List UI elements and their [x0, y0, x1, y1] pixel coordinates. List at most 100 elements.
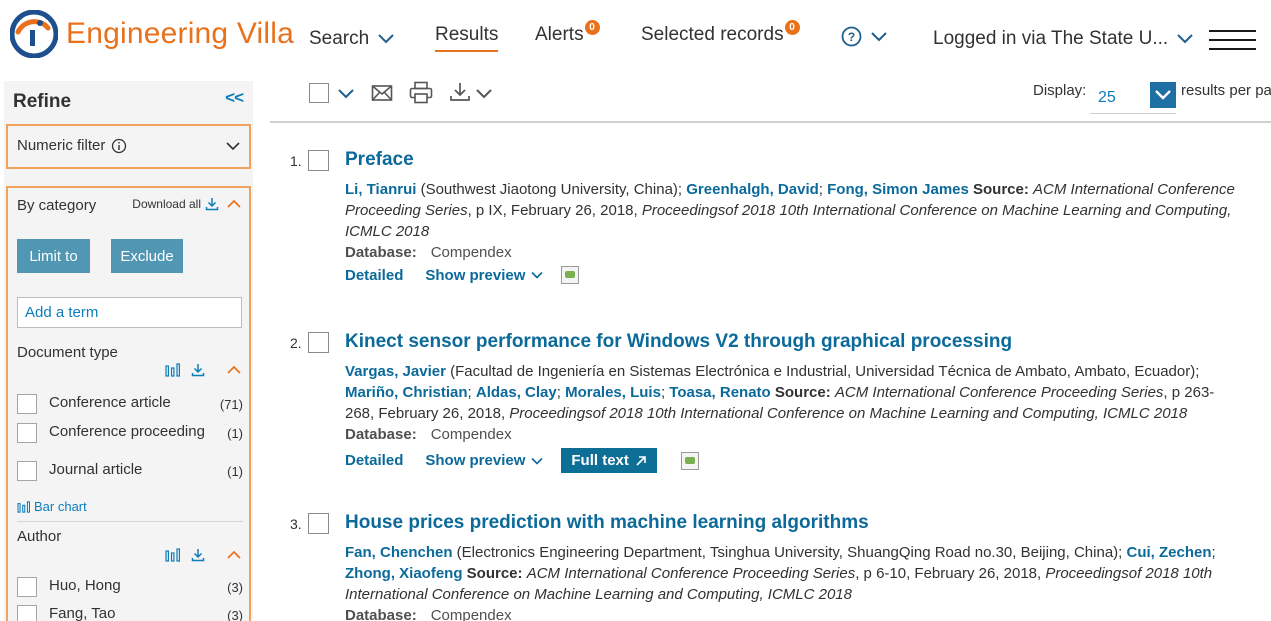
facet-author-fang-tao[interactable]: Fang, Tao (3) — [17, 605, 243, 621]
facet-checkbox[interactable] — [17, 394, 37, 414]
show-preview-label: Show preview — [425, 266, 526, 284]
bar-chart-icon[interactable] — [165, 363, 181, 377]
document-type-title: Document type — [17, 344, 118, 361]
results-per-page-label: results per pa — [1181, 82, 1271, 99]
info-icon[interactable] — [111, 138, 127, 154]
author-link[interactable]: Zhong, Xiaofeng — [345, 565, 463, 582]
database-label: Database: — [345, 244, 417, 261]
results-per-page-select[interactable]: 25 — [1090, 82, 1176, 114]
nav-alerts[interactable]: Alerts 0 — [535, 19, 600, 46]
facet-count: (1) — [227, 464, 243, 479]
engineering-village-logo[interactable]: Engineering Villa — [10, 10, 294, 58]
download-all-link[interactable]: Download all — [132, 197, 241, 211]
download-icon[interactable] — [191, 363, 205, 377]
author-link[interactable]: Mariño, Christian — [345, 384, 468, 401]
numeric-filter-label: Numeric filter — [17, 137, 127, 154]
database-line: Database: Compendex — [345, 242, 1235, 263]
facet-label: Fang, Tao — [49, 605, 116, 621]
result-title[interactable]: Preface — [345, 149, 414, 171]
nav-search[interactable]: Search — [309, 28, 395, 50]
show-preview-link[interactable]: Show preview — [425, 452, 543, 469]
nav-results[interactable]: Results — [435, 24, 499, 52]
chevron-up-icon[interactable] — [227, 199, 241, 209]
chevron-down-icon — [531, 271, 543, 279]
database-value: Compendex — [430, 607, 512, 621]
author-link[interactable]: Vargas, Javier — [345, 363, 446, 380]
chevron-up-icon[interactable] — [227, 365, 241, 375]
download-icon[interactable] — [449, 82, 471, 102]
chevron-down-icon — [871, 31, 887, 41]
facet-checkbox[interactable] — [17, 423, 37, 443]
exclude-button[interactable]: Exclude — [111, 239, 183, 273]
print-icon[interactable] — [409, 81, 433, 104]
result-checkbox[interactable] — [308, 332, 329, 353]
author-link[interactable]: Cui, Zechen — [1127, 544, 1212, 561]
collapse-sidebar-link[interactable]: << — [225, 88, 244, 108]
author-link[interactable]: Aldas, Clay — [476, 384, 557, 401]
result-title[interactable]: Kinect sensor performance for Windows V2… — [345, 331, 1012, 353]
nav-selected-records[interactable]: Selected records 0 — [641, 19, 800, 46]
selected-count-badge: 0 — [784, 19, 800, 35]
author-link[interactable]: Fong, Simon James — [827, 181, 969, 198]
author-link[interactable]: Greenhalgh, David — [686, 181, 819, 198]
broken-image-icon[interactable] — [680, 451, 699, 470]
facet-checkbox[interactable] — [17, 577, 37, 597]
top-header: Engineering Villa Search Results Alerts … — [0, 0, 1271, 72]
facet-label: Conference proceeding — [49, 423, 205, 440]
detailed-link[interactable]: Detailed — [345, 267, 403, 284]
chevron-up-icon[interactable] — [227, 550, 241, 560]
chevron-down-icon[interactable] — [337, 88, 355, 100]
author-link[interactable]: Fan, Chenchen — [345, 544, 453, 561]
facet-journal-article[interactable]: Journal article (1) — [17, 461, 243, 481]
chevron-down-icon[interactable] — [475, 88, 493, 100]
facet-author-huo-hong[interactable]: Huo, Hong (3) — [17, 577, 243, 597]
source-label: Source: — [973, 181, 1029, 198]
nav-account[interactable]: Logged in via The State U... — [933, 28, 1194, 50]
source-details: , p IX, February 26, 2018, — [467, 202, 642, 219]
chevron-down-icon — [378, 34, 394, 44]
bar-chart-icon[interactable] — [165, 548, 181, 562]
author-tools — [165, 548, 241, 562]
detailed-link[interactable]: Detailed — [345, 452, 403, 469]
chevron-down-icon[interactable] — [226, 141, 240, 151]
facet-count: (3) — [227, 580, 243, 595]
author-title: Author — [17, 528, 62, 545]
hamburger-menu-icon[interactable] — [1209, 30, 1256, 50]
database-line: Database: Compendex — [345, 605, 1235, 621]
facet-count: (71) — [219, 397, 243, 412]
by-category-title: By category — [17, 197, 97, 214]
email-icon[interactable] — [371, 84, 393, 102]
result-actions: Detailed Show preview Full text — [345, 448, 699, 473]
numeric-filter-text: Numeric filter — [17, 137, 106, 154]
source-label: Source: — [466, 565, 523, 582]
external-link-icon — [636, 455, 646, 466]
full-text-button[interactable]: Full text — [561, 448, 657, 473]
result-checkbox[interactable] — [308, 150, 329, 171]
result-title[interactable]: House prices prediction with machine lea… — [345, 512, 869, 534]
result-item: 1. Preface Li, Tianrui (Southwest Jiaoto… — [290, 149, 1250, 300]
author-affiliation: (Southwest Jiaotong University, China); — [416, 181, 687, 198]
add-term-input[interactable] — [17, 297, 242, 328]
facet-conference-article[interactable]: Conference article (71) — [17, 394, 243, 414]
chevron-down-icon — [531, 457, 543, 465]
facet-conference-proceeding[interactable]: Conference proceeding (1) — [17, 423, 243, 443]
show-preview-link[interactable]: Show preview — [425, 267, 543, 284]
nav-results-label: Results — [435, 24, 499, 45]
document-type-tools — [165, 363, 241, 377]
facet-checkbox[interactable] — [17, 605, 37, 621]
brand-name: Engineering Villa — [66, 17, 295, 50]
refine-title: Refine — [13, 91, 72, 112]
bar-chart-link[interactable]: Bar chart — [17, 499, 87, 514]
display-label: Display: — [1033, 82, 1087, 99]
nav-help[interactable]: ? — [841, 26, 888, 47]
select-all-checkbox[interactable] — [309, 83, 329, 103]
result-checkbox[interactable] — [308, 513, 329, 534]
author-link[interactable]: Li, Tianrui — [345, 181, 416, 198]
numeric-filter-panel[interactable]: Numeric filter — [6, 124, 251, 169]
download-icon[interactable] — [191, 548, 205, 562]
limit-to-button[interactable]: Limit to — [17, 239, 90, 273]
broken-image-icon[interactable] — [561, 266, 580, 284]
author-link[interactable]: Toasa, Renato — [669, 384, 770, 401]
facet-checkbox[interactable] — [17, 461, 37, 481]
author-link[interactable]: Morales, Luis — [565, 384, 661, 401]
